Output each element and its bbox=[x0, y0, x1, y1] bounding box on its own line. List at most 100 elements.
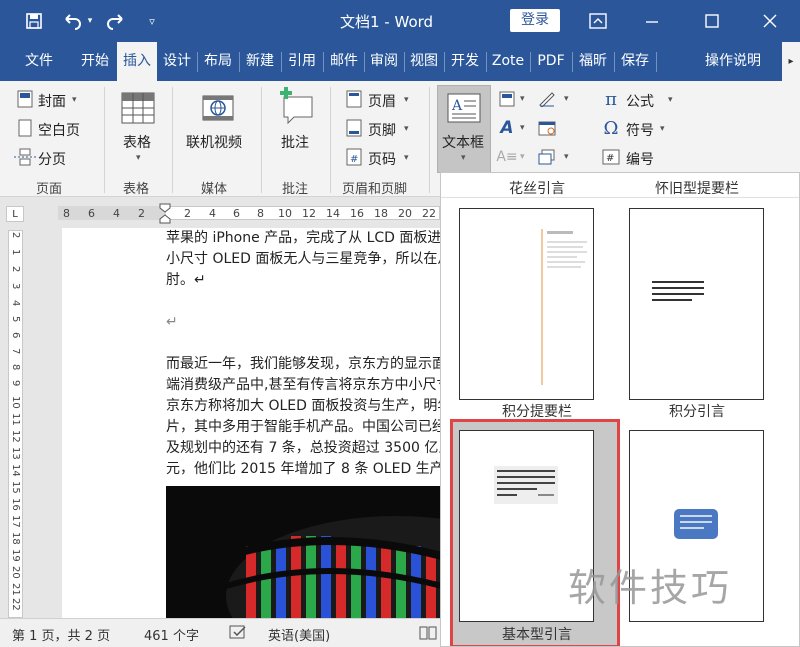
table-icon[interactable] bbox=[120, 91, 156, 125]
signature-line-icon[interactable] bbox=[538, 90, 556, 108]
pages-group-label: 页面 bbox=[36, 182, 63, 197]
tab-review[interactable]: 审阅 bbox=[366, 42, 402, 81]
body-text-line: 而最近一年，我们能够发现，京东方的显示面板 bbox=[166, 356, 460, 372]
table-dropdown-icon[interactable]: ▾ bbox=[136, 153, 141, 163]
tab-new[interactable]: 新建 bbox=[241, 42, 279, 81]
tab-separator bbox=[404, 52, 405, 72]
undo-dropdown-icon[interactable]: ▾ bbox=[84, 9, 96, 33]
page-number-icon[interactable]: # bbox=[346, 148, 362, 166]
equation-icon[interactable]: π bbox=[602, 89, 620, 110]
ruler-number: 2 bbox=[10, 266, 21, 273]
page-number-dropdown-icon[interactable]: ▾ bbox=[404, 153, 409, 163]
ruler-number: 21 bbox=[10, 583, 21, 596]
wordart-dropdown-icon[interactable]: ▾ bbox=[520, 123, 525, 133]
table-group-label: 表格 bbox=[123, 182, 150, 197]
symbol-button[interactable]: 符号 bbox=[626, 120, 654, 140]
ruler-number: 16 bbox=[350, 207, 364, 220]
page-break-icon[interactable] bbox=[14, 148, 36, 166]
tab-layout[interactable]: 布局 bbox=[199, 42, 237, 81]
signature-dropdown-icon[interactable]: ▾ bbox=[564, 94, 569, 104]
read-mode-icon[interactable] bbox=[418, 623, 438, 643]
page-break-button[interactable]: 分页 bbox=[38, 149, 66, 169]
number-button[interactable]: 编号 bbox=[626, 149, 654, 169]
tab-save[interactable]: 保存 bbox=[616, 42, 654, 81]
header-dropdown-icon[interactable]: ▾ bbox=[404, 95, 409, 105]
minimize-icon[interactable] bbox=[640, 9, 664, 33]
gallery-item-label: 怀旧型提要栏 bbox=[655, 181, 739, 197]
maximize-icon[interactable] bbox=[700, 9, 724, 33]
body-text-line: 及规划中的还有 7 条，总投资超过 3500 亿人 bbox=[166, 440, 453, 456]
proofing-icon[interactable] bbox=[228, 623, 248, 643]
tab-zotero[interactable]: Zote bbox=[488, 42, 528, 81]
tab-view[interactable]: 视图 bbox=[406, 42, 442, 81]
wordart-icon[interactable]: A bbox=[498, 118, 516, 138]
ruler-number: 4 bbox=[10, 300, 21, 307]
tab-references[interactable]: 引用 bbox=[283, 42, 321, 81]
tab-home[interactable]: 开始 bbox=[72, 42, 118, 81]
ruler-number: 13 bbox=[10, 447, 21, 460]
footer-dropdown-icon[interactable]: ▾ bbox=[404, 124, 409, 134]
tab-separator bbox=[281, 52, 282, 72]
undo-icon[interactable] bbox=[60, 9, 84, 33]
page-count[interactable]: 第 1 页，共 2 页 bbox=[12, 625, 110, 644]
quick-parts-icon[interactable] bbox=[498, 90, 516, 108]
gallery-item-quote[interactable] bbox=[629, 208, 764, 400]
customize-qat-icon[interactable]: ▿ bbox=[140, 9, 164, 33]
redo-icon[interactable] bbox=[104, 9, 128, 33]
symbol-icon[interactable]: Ω bbox=[602, 118, 620, 139]
cover-page-button[interactable]: 封面 bbox=[38, 91, 66, 111]
tab-separator bbox=[197, 52, 198, 72]
object-icon[interactable] bbox=[538, 148, 556, 166]
blank-page-button[interactable]: 空白页 bbox=[38, 120, 80, 140]
date-time-icon[interactable] bbox=[538, 119, 556, 137]
blank-page-icon[interactable] bbox=[16, 119, 34, 137]
group-separator bbox=[261, 87, 262, 193]
comment-button[interactable]: 批注 bbox=[281, 132, 309, 152]
tab-pdf[interactable]: PDF bbox=[532, 42, 570, 81]
svg-text:#: # bbox=[606, 153, 614, 164]
scroll-tabs-right-icon[interactable]: ▸ bbox=[782, 42, 800, 81]
cover-page-icon[interactable] bbox=[16, 90, 34, 108]
cover-dropdown-icon[interactable]: ▾ bbox=[72, 95, 77, 105]
object-dropdown-icon[interactable]: ▾ bbox=[564, 152, 569, 162]
ruler-number: 6 bbox=[233, 207, 240, 220]
ribbon-display-options-icon[interactable] bbox=[586, 9, 610, 33]
footer-icon[interactable] bbox=[346, 119, 362, 137]
drop-cap-dropdown-icon[interactable]: ▾ bbox=[520, 152, 525, 162]
online-video-button[interactable]: 联机视频 bbox=[186, 132, 242, 152]
gallery-item-label: 花丝引言 bbox=[509, 181, 565, 197]
tab-file[interactable]: 文件 bbox=[14, 42, 64, 81]
table-button[interactable]: 表格 bbox=[123, 132, 151, 152]
equation-dropdown-icon[interactable]: ▾ bbox=[668, 95, 673, 105]
online-video-icon[interactable] bbox=[200, 91, 236, 125]
tab-developer[interactable]: 开发 bbox=[446, 42, 484, 81]
ruler-number: 10 bbox=[278, 207, 292, 220]
footer-button[interactable]: 页脚 bbox=[368, 120, 396, 140]
comment-icon[interactable] bbox=[276, 87, 316, 125]
header-button[interactable]: 页眉 bbox=[368, 91, 396, 111]
tab-foxit[interactable]: 福昕 bbox=[574, 42, 612, 81]
language[interactable]: 英语(美国) bbox=[268, 625, 330, 644]
symbol-dropdown-icon[interactable]: ▾ bbox=[660, 124, 665, 134]
page-number-button[interactable]: 页码 bbox=[368, 149, 396, 169]
word-count[interactable]: 461 个字 bbox=[144, 625, 199, 644]
tab-mailings[interactable]: 邮件 bbox=[325, 42, 363, 81]
tab-design[interactable]: 设计 bbox=[158, 42, 196, 81]
number-icon[interactable]: # bbox=[602, 148, 620, 166]
gallery-item-sidebar[interactable] bbox=[459, 208, 594, 400]
indent-marker-icon[interactable] bbox=[159, 203, 171, 225]
tab-insert[interactable]: 插入 bbox=[117, 42, 157, 82]
save-icon[interactable] bbox=[22, 9, 46, 33]
document-image[interactable] bbox=[166, 486, 442, 618]
tell-me-search[interactable]: 操作说明 bbox=[698, 42, 768, 81]
drop-cap-icon[interactable]: A≡ bbox=[496, 148, 517, 166]
ruler-number: 6 bbox=[10, 332, 21, 339]
login-button[interactable]: 登录 bbox=[510, 9, 560, 32]
equation-button[interactable]: 公式 bbox=[626, 91, 654, 111]
close-icon[interactable] bbox=[758, 9, 782, 33]
watermark: 软件技巧 bbox=[568, 566, 733, 610]
tab-selector-icon[interactable]: L bbox=[6, 206, 24, 222]
header-icon[interactable] bbox=[346, 90, 362, 108]
quick-parts-dropdown-icon[interactable]: ▾ bbox=[520, 94, 525, 104]
gallery-item-label: 积分提要栏 bbox=[502, 404, 572, 420]
